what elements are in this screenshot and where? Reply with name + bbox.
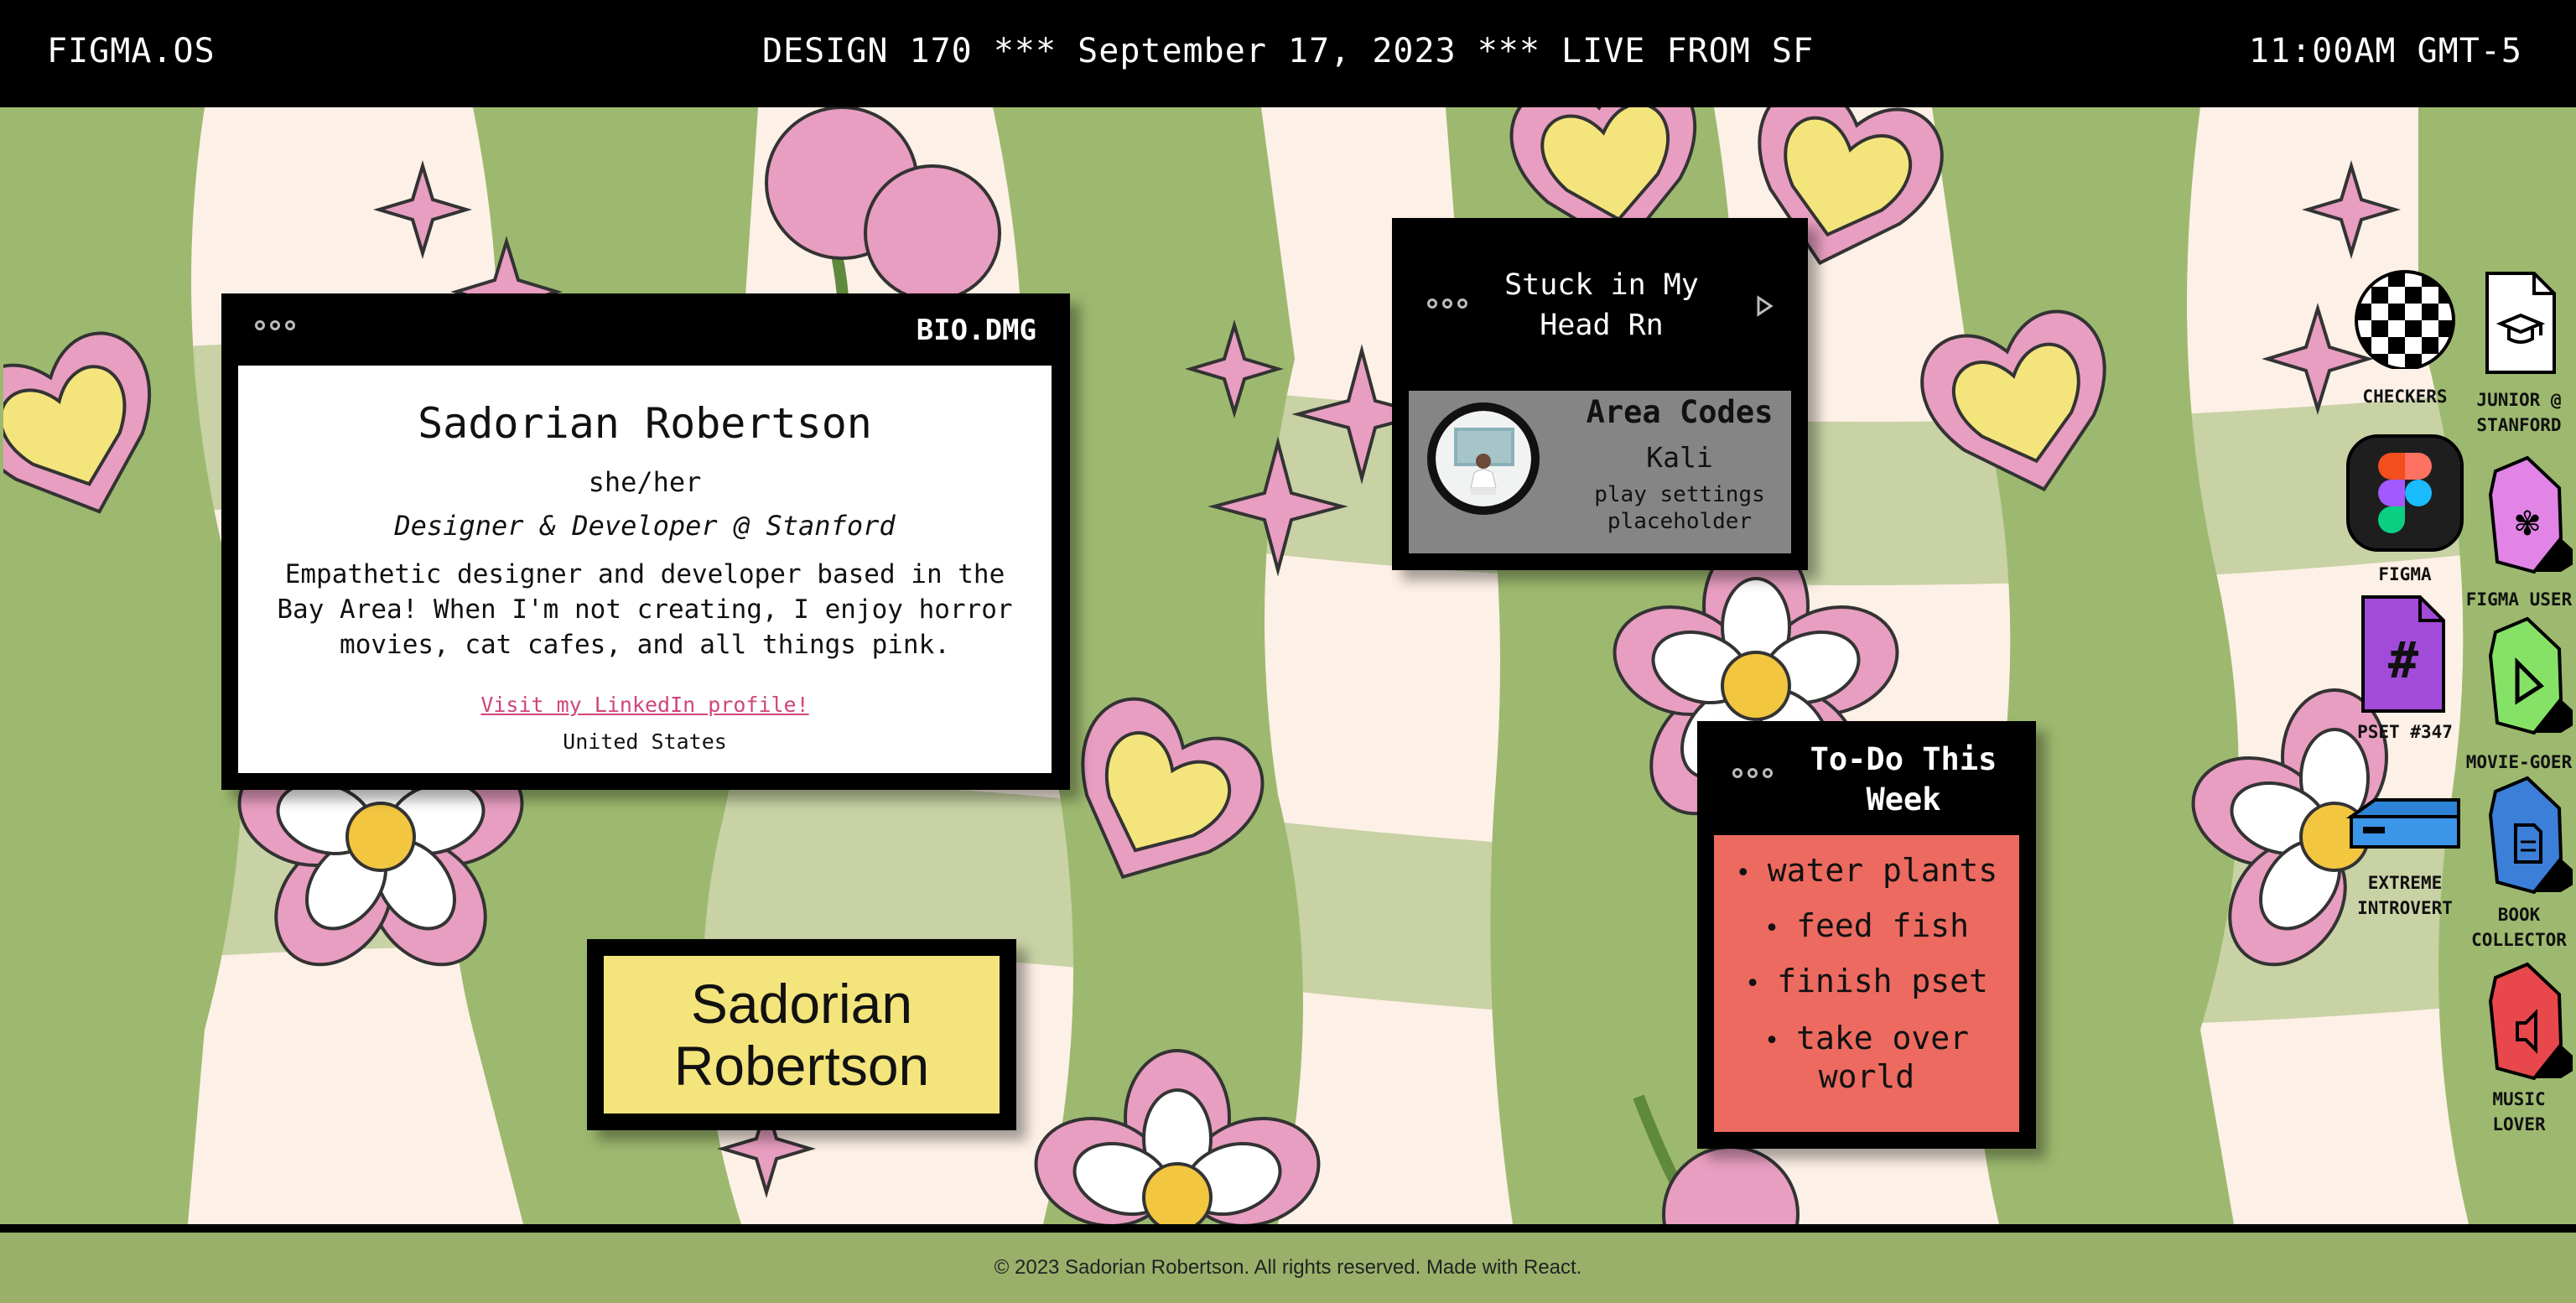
desktop-icon-music-lover[interactable]: MUSIC LOVER bbox=[2435, 961, 2573, 1162]
name-plate-line: Robertson bbox=[673, 1035, 930, 1097]
bio-country: United States bbox=[563, 729, 727, 754]
book-folder-icon bbox=[2488, 776, 2573, 895]
clock: 11:00AM GMT-5 bbox=[2248, 32, 2522, 70]
bio-pronouns: she/her bbox=[588, 466, 702, 498]
list-item: • feed fish bbox=[1764, 907, 1969, 944]
window-controls[interactable] bbox=[255, 320, 295, 330]
graduation-cap-file-icon bbox=[2485, 272, 2556, 374]
minimize-dot[interactable] bbox=[1748, 768, 1758, 778]
bio-about-line: movies, cat cafes, and all things pink. bbox=[340, 630, 950, 660]
name-plate-line: Sadorian bbox=[690, 973, 913, 1035]
desktop-icon-movie-goer[interactable]: MOVIE-GOER bbox=[2435, 615, 2573, 783]
icon-label-figma: FIGMA bbox=[2378, 564, 2432, 584]
player-status-line: play settings bbox=[1594, 482, 1765, 507]
list-item: • finish pset bbox=[1745, 963, 1988, 999]
window-controls[interactable] bbox=[1732, 768, 1773, 778]
music-player: Area Codes Kali play settings placeholde… bbox=[1409, 391, 1791, 553]
name-tag-window[interactable]: Sadorian Robertson bbox=[587, 939, 1016, 1130]
maximize-dot[interactable] bbox=[285, 320, 295, 330]
close-dot[interactable] bbox=[1732, 768, 1742, 778]
minimize-dot[interactable] bbox=[1442, 298, 1452, 309]
music-folder-icon bbox=[2488, 962, 2573, 1081]
todo-item-text: finish pset bbox=[1777, 963, 1988, 999]
icon-label-music-line2: LOVER bbox=[2492, 1114, 2546, 1134]
bio-about-line: Empathetic designer and developer based … bbox=[284, 559, 1005, 589]
window-title-line: Head Rn bbox=[1540, 309, 1664, 342]
bio-about-line: Bay Area! When I'm not creating, I enjoy… bbox=[277, 594, 1013, 625]
window-title-line: To-Do This bbox=[1810, 741, 1997, 777]
window-title: To-Do This Week bbox=[1788, 740, 2019, 820]
todo-item-text: world bbox=[1818, 1058, 1915, 1095]
song-artist: Kali bbox=[1646, 441, 1713, 474]
bio-about: Empathetic designer and developer based … bbox=[262, 557, 1028, 662]
music-window[interactable]: Stuck in My Head Rn Area Codes Kali play… bbox=[1392, 218, 1808, 570]
svg-text:#: # bbox=[2388, 631, 2418, 690]
linkedin-link[interactable]: Visit my LinkedIn profile! bbox=[238, 693, 1052, 717]
svg-text:✾: ✾ bbox=[2513, 505, 2542, 543]
todo-list: • water plants • feed fish • finish pset • t… bbox=[1714, 835, 2019, 1132]
top-menu-bar: FIGMA.OS DESIGN 170 *** September 17, 20… bbox=[0, 0, 2576, 107]
headline-ticker: DESIGN 170 *** September 17, 2023 *** LI… bbox=[761, 32, 1815, 70]
player-status: play settings placeholder bbox=[1568, 481, 1791, 535]
list-item: • take over bbox=[1764, 1020, 1969, 1056]
icon-label-book-line2: COLLECTOR bbox=[2471, 930, 2567, 950]
maximize-dot[interactable] bbox=[1763, 768, 1773, 778]
minimize-dot[interactable] bbox=[270, 320, 280, 330]
list-item-continuation: world bbox=[1714, 1056, 2019, 1097]
window-title-line: Stuck in My bbox=[1504, 268, 1699, 302]
window-title: Stuck in My Head Rn bbox=[1476, 265, 1727, 345]
bio-name: Sadorian Robertson bbox=[418, 399, 872, 448]
todo-item-text: water plants bbox=[1767, 852, 1998, 889]
song-title: Area Codes bbox=[1586, 394, 1774, 430]
figma-folder-icon: ✾ bbox=[2488, 455, 2573, 574]
play-icon[interactable] bbox=[1754, 295, 1774, 317]
window-controls[interactable] bbox=[1427, 298, 1467, 309]
window-title-line: Week bbox=[1866, 781, 1941, 818]
window-title: BIO.DMG bbox=[916, 314, 1036, 347]
todo-item-text: feed fish bbox=[1796, 907, 1969, 944]
todo-item-text: take over bbox=[1796, 1020, 1969, 1056]
maximize-dot[interactable] bbox=[1457, 298, 1467, 309]
desktop-icon-book-collector[interactable]: BOOK COLLECTOR bbox=[2435, 775, 2573, 976]
icon-label-book-line1: BOOK bbox=[2497, 905, 2541, 925]
close-dot[interactable] bbox=[1427, 298, 1437, 309]
album-cover bbox=[1427, 402, 1540, 515]
todo-window[interactable]: To-Do This Week • water plants • feed fish… bbox=[1697, 721, 2036, 1149]
bio-window[interactable]: BIO.DMG Sadorian Robertson she/her Desig… bbox=[221, 293, 1070, 790]
bio-role: Designer & Developer @ Stanford bbox=[394, 510, 896, 542]
name-plate: Sadorian Robertson bbox=[604, 956, 1000, 1114]
player-status-line: placeholder bbox=[1607, 509, 1753, 534]
list-item: • water plants bbox=[1735, 852, 1998, 889]
bio-content: Sadorian Robertson she/her Designer & De… bbox=[238, 366, 1052, 773]
desktop-icon-junior-stanford[interactable]: JUNIOR @ STANFORD bbox=[2435, 268, 2573, 453]
close-dot[interactable] bbox=[255, 320, 265, 330]
footer: © 2023 Sadorian Robertson. All rights re… bbox=[0, 1233, 2576, 1303]
play-folder-icon bbox=[2488, 616, 2573, 735]
icon-label-music-line1: MUSIC bbox=[2492, 1089, 2546, 1109]
icon-label-junior-line1: JUNIOR @ bbox=[2476, 390, 2562, 410]
footer-divider bbox=[0, 1224, 2576, 1233]
